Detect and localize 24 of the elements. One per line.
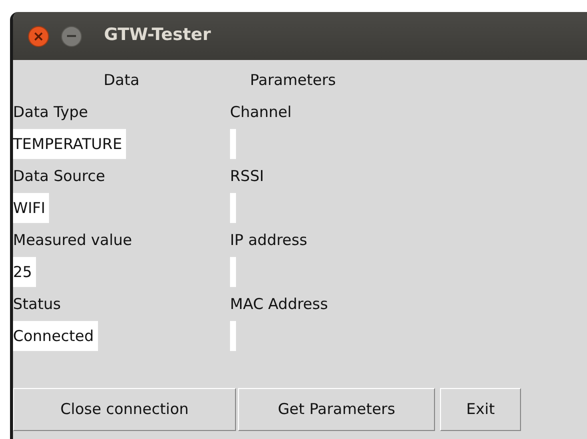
input-field[interactable] [230, 129, 236, 159]
action-button[interactable]: Close connection [13, 388, 236, 431]
value-field: 25 [13, 257, 36, 287]
close-icon[interactable] [28, 26, 49, 46]
action-button[interactable]: Get Parameters [238, 388, 435, 431]
value-field: Connected [13, 321, 98, 351]
column-header: Data [104, 70, 140, 91]
column-header: Parameters [250, 70, 336, 91]
action-button[interactable]: Exit [440, 388, 521, 431]
field-label: Status [13, 294, 61, 315]
window-title: GTW-Tester [104, 24, 211, 48]
field-label: Channel [230, 102, 292, 123]
field-label: Data Type [13, 102, 88, 123]
field-label: Measured value [13, 230, 132, 251]
field-label: Data Source [13, 166, 106, 187]
input-field[interactable] [230, 257, 236, 287]
field-label: IP address [230, 230, 308, 251]
field-label: MAC Address [230, 294, 328, 315]
input-field[interactable] [230, 193, 236, 223]
value-field: WIFI [13, 193, 50, 223]
minimize-icon[interactable] [61, 26, 82, 46]
input-field[interactable] [230, 321, 236, 351]
value-field: TEMPERATURE [13, 129, 126, 159]
field-label: RSSI [230, 166, 264, 187]
